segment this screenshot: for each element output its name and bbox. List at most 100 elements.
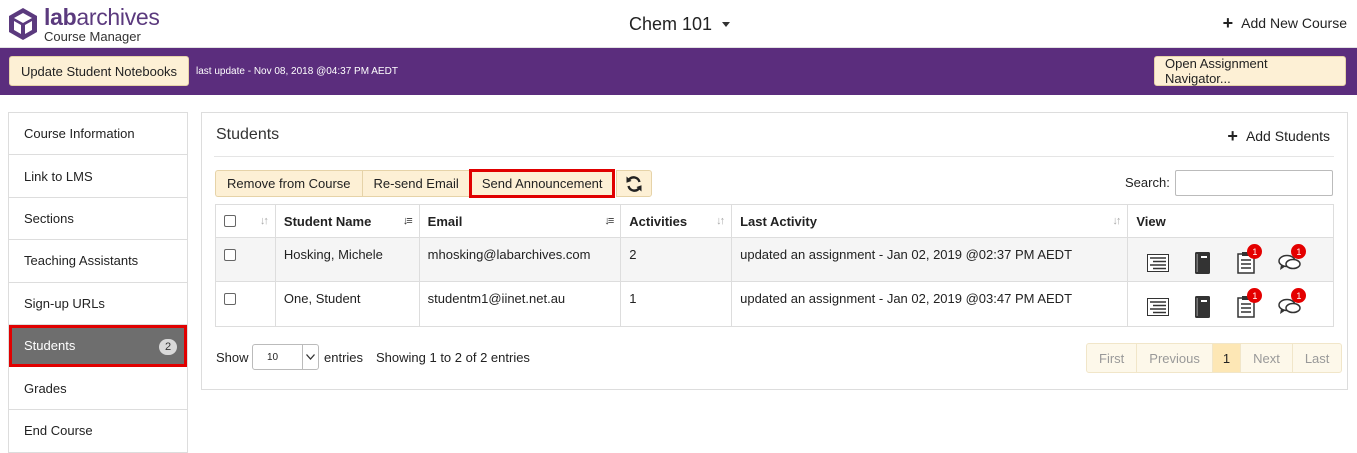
sidebar-item-teaching-assistants[interactable]: Teaching Assistants xyxy=(9,240,187,283)
student-email: mhosking@labarchives.com xyxy=(427,247,591,262)
notebook-icon[interactable] xyxy=(1180,292,1224,322)
add-new-course-label: Add New Course xyxy=(1241,15,1347,31)
row-checkbox[interactable] xyxy=(224,249,236,261)
pager-previous[interactable]: Previous xyxy=(1137,344,1213,372)
student-actions: Remove from Course Re-send Email Send An… xyxy=(215,169,652,198)
top-header: labarchives Course Manager Chem 101 + Ad… xyxy=(0,0,1357,48)
comments-icon[interactable]: 1 xyxy=(1268,244,1312,278)
pagination: First Previous 1 Next Last xyxy=(1086,343,1343,373)
pager-next[interactable]: Next xyxy=(1241,344,1293,372)
sidebar-item-end-course[interactable]: End Course xyxy=(9,410,187,452)
search-label: Search: xyxy=(1125,175,1170,190)
add-students-label: Add Students xyxy=(1245,128,1330,144)
logo-subtitle: Course Manager xyxy=(44,28,141,44)
panel-divider xyxy=(214,156,1334,157)
page-size-select[interactable]: 10 xyxy=(252,344,319,370)
row-checkbox[interactable] xyxy=(224,293,236,305)
sidebar-item-grades[interactable]: Grades xyxy=(9,367,187,410)
column-header-label: Student Name xyxy=(283,213,372,229)
column-header-label: Last Activity xyxy=(740,213,817,229)
sidebar-item-sign-up-urls[interactable]: Sign-up URLs xyxy=(9,283,187,325)
labarchives-logo[interactable]: labarchives Course Manager xyxy=(8,4,160,44)
student-name: Hosking, Michele xyxy=(283,247,383,262)
sidebar-item-label: Students xyxy=(24,338,76,354)
notebook-icon[interactable] xyxy=(1180,248,1224,278)
column-header-email[interactable]: Email ↓≡ xyxy=(420,205,622,237)
column-header-last-activity[interactable]: Last Activity ↓↑ xyxy=(732,205,1129,237)
pager-current-page[interactable]: 1 xyxy=(1212,344,1242,372)
notes-badge: 1 xyxy=(1247,244,1263,259)
panel-title: Students xyxy=(216,126,280,143)
cube-logo-icon xyxy=(9,8,37,40)
show-label: Show xyxy=(216,350,249,365)
remove-from-course-button[interactable]: Remove from Course xyxy=(215,170,362,197)
brand-prefix: lab xyxy=(44,3,77,30)
sidebar-item-sections[interactable]: Sections xyxy=(9,198,187,241)
table-header-row: ↓↑ Student Name ↓≡ Email ↓≡ Activities ↓… xyxy=(216,205,1333,238)
students-table: ↓↑ Student Name ↓≡ Email ↓≡ Activities ↓… xyxy=(215,204,1334,327)
column-header-label: Email xyxy=(427,213,463,229)
pager-last[interactable]: Last xyxy=(1293,344,1342,372)
last-update-text: last update - Nov 08, 2018 @04:37 PM AED… xyxy=(196,66,398,77)
activity-log-icon[interactable] xyxy=(1136,248,1180,278)
showing-info: Showing 1 to 2 of 2 entries xyxy=(376,350,530,365)
plus-icon: + xyxy=(1227,126,1238,146)
comments-icon[interactable]: 1 xyxy=(1268,288,1312,322)
student-last-activity: updated an assignment - Jan 02, 2019 @02… xyxy=(740,247,1073,262)
pager-first[interactable]: First xyxy=(1087,344,1138,372)
plus-icon: + xyxy=(1222,13,1234,33)
student-activities: 1 xyxy=(629,291,637,306)
sort-icon[interactable]: ↓↑ xyxy=(260,215,269,227)
sidebar-item-label: Course Information xyxy=(24,126,135,142)
chevron-down-icon xyxy=(302,345,318,369)
chevron-down-icon xyxy=(722,22,731,27)
search-input[interactable] xyxy=(1175,170,1333,196)
add-new-course-button[interactable]: + Add New Course xyxy=(1222,13,1347,33)
sort-ascending-icon: ↓≡ xyxy=(402,215,413,227)
sidebar-item-link-to-lms[interactable]: Link to LMS xyxy=(9,155,187,198)
activity-log-icon[interactable] xyxy=(1136,292,1180,322)
student-activities: 2 xyxy=(629,247,637,262)
table-row: One, Student studentm1@iinet.net.au 1 up… xyxy=(216,282,1333,326)
notes-icon[interactable]: 1 xyxy=(1224,288,1268,322)
column-header-student-name[interactable]: Student Name ↓≡ xyxy=(276,205,420,237)
course-selector[interactable]: Chem 101 xyxy=(629,14,731,35)
refresh-button[interactable] xyxy=(615,170,652,197)
comments-badge: 1 xyxy=(1291,244,1307,259)
notes-icon[interactable]: 1 xyxy=(1224,244,1268,278)
comments-badge: 1 xyxy=(1291,288,1307,303)
resend-email-button[interactable]: Re-send Email xyxy=(361,170,470,197)
student-name: One, Student xyxy=(283,291,361,306)
course-title: Chem 101 xyxy=(629,14,713,34)
page-size-value: 10 xyxy=(267,351,279,363)
send-announcement-button[interactable]: Send Announcement xyxy=(468,169,615,198)
notes-badge: 1 xyxy=(1247,288,1263,303)
course-sidebar: Course Information Link to LMS Sections … xyxy=(8,112,188,453)
entries-label: entries xyxy=(324,350,364,365)
sidebar-item-label: Sections xyxy=(24,210,74,226)
column-header-view: View xyxy=(1128,205,1333,237)
student-last-activity: updated an assignment - Jan 02, 2019 @03… xyxy=(740,291,1073,306)
refresh-icon xyxy=(626,175,642,192)
sidebar-item-students[interactable]: Students 2 xyxy=(9,324,187,368)
sort-icon: ↓↑ xyxy=(716,215,725,227)
column-header-activities[interactable]: Activities ↓↑ xyxy=(621,205,733,237)
column-header-label: Activities xyxy=(629,213,688,229)
students-count-badge: 2 xyxy=(159,338,177,355)
table-row: Hosking, Michele mhosking@labarchives.co… xyxy=(216,238,1333,282)
sort-ascending-icon: ↓≡ xyxy=(604,215,614,227)
course-toolbar: Update Student Notebooks last update - N… xyxy=(0,48,1357,95)
add-students-button[interactable]: + Add Students xyxy=(1227,126,1330,146)
sidebar-item-course-information[interactable]: Course Information xyxy=(9,113,187,156)
student-email: studentm1@iinet.net.au xyxy=(427,291,566,306)
select-all-checkbox[interactable] xyxy=(224,215,236,227)
sidebar-item-label: Teaching Assistants xyxy=(24,253,139,269)
column-header-label: View xyxy=(1136,213,1166,229)
sidebar-item-label: Grades xyxy=(24,380,67,396)
open-assignment-navigator-button[interactable]: Open Assignment Navigator... xyxy=(1154,56,1346,86)
sort-icon: ↓↑ xyxy=(1112,215,1121,227)
update-student-notebooks-button[interactable]: Update Student Notebooks xyxy=(9,56,189,86)
sidebar-item-label: Sign-up URLs xyxy=(24,295,105,311)
brand-suffix: archives xyxy=(76,3,160,30)
sidebar-item-label: Link to LMS xyxy=(24,168,93,184)
